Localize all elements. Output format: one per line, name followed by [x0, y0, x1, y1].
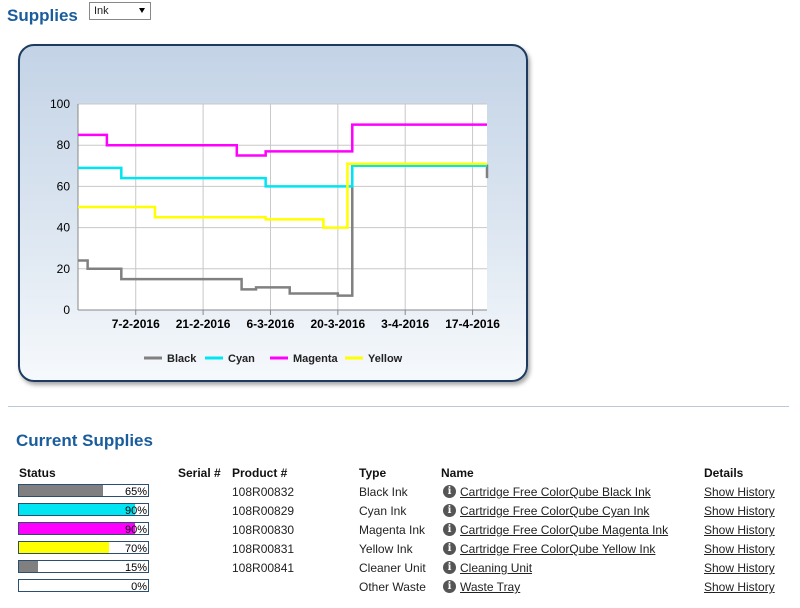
supply-name-link[interactable]: Waste Tray	[460, 580, 520, 594]
status-percent: 90%	[124, 524, 147, 536]
status-percent: 70%	[124, 543, 147, 555]
supply-name-link[interactable]: Cleaning Unit	[460, 561, 532, 575]
status-bar: 0%	[18, 579, 149, 593]
supply-name-link[interactable]: Cartridge Free ColorQube Yellow Ink	[460, 542, 655, 556]
info-icon[interactable]: i	[443, 504, 456, 517]
x-tick-label: 7-2-2016	[112, 317, 160, 331]
x-tick-label: 17-4-2016	[445, 317, 500, 331]
legend-label: Yellow	[368, 353, 403, 365]
status-percent: 0%	[131, 581, 147, 593]
y-tick-label: 60	[57, 179, 71, 193]
product-number: 108R00830	[232, 523, 295, 537]
y-tick-label: 100	[50, 97, 70, 111]
supply-name-link[interactable]: Cartridge Free ColorQube Magenta Ink	[460, 523, 668, 537]
status-bar: 70%	[18, 541, 149, 555]
show-history-link[interactable]: Show History	[704, 485, 775, 499]
supply-type: Black Ink	[359, 485, 408, 499]
table-row: 15% 108R00841 Cleaner Unit i Cleaning Unit Sh…	[0, 558, 800, 577]
supply-type: Magenta Ink	[359, 523, 426, 537]
x-tick-label: 3-4-2016	[381, 317, 429, 331]
status-bar: 90%	[18, 522, 149, 536]
supplies-chart-panel: 0 20 40 60 80 100 7-2-2016 21-2-2016 6-3-2016 20-…	[18, 44, 528, 382]
page-title: Supplies	[7, 6, 78, 25]
supply-name-link[interactable]: Cartridge Free ColorQube Black Ink	[460, 485, 651, 499]
header-status: Status	[19, 466, 56, 480]
supply-name-link[interactable]: Cartridge Free ColorQube Cyan Ink	[460, 504, 649, 518]
product-number: 108R00832	[232, 485, 295, 499]
current-supplies-title: Current Supplies	[16, 431, 153, 450]
x-tick-label: 20-3-2016	[310, 317, 365, 331]
status-bar-fill	[19, 561, 39, 572]
y-tick-label: 0	[63, 303, 70, 317]
header-type: Type	[359, 466, 387, 480]
show-history-link[interactable]: Show History	[704, 504, 775, 518]
supply-type: Cyan Ink	[359, 504, 407, 518]
status-bar: 90%	[18, 503, 149, 517]
info-icon[interactable]: i	[443, 485, 456, 498]
table-row: 0% Other Waste i Waste Tray Show History	[0, 577, 800, 596]
y-tick-label: 40	[57, 221, 71, 235]
supply-type-selected: Ink	[94, 5, 109, 17]
info-icon[interactable]: i	[443, 523, 456, 536]
product-number: 108R00831	[232, 542, 295, 556]
supplies-history-chart: 0 20 40 60 80 100 7-2-2016 21-2-2016 6-3-2016 20-…	[50, 97, 500, 365]
supply-type: Other Waste	[359, 580, 426, 594]
y-tick-label: 20	[57, 262, 71, 276]
status-percent: 15%	[124, 562, 147, 574]
header-name: Name	[441, 466, 474, 480]
status-percent: 90%	[124, 505, 147, 517]
info-icon[interactable]: i	[443, 542, 456, 555]
x-tick-label: 21-2-2016	[176, 317, 231, 331]
legend-label: Cyan	[228, 353, 255, 365]
chevron-down-icon	[139, 8, 145, 13]
section-divider	[8, 406, 789, 407]
status-bar: 65%	[18, 484, 149, 498]
legend-label: Black	[167, 353, 197, 365]
legend-label: Magenta	[293, 353, 339, 365]
table-row: 70% 108R00831 Yellow Ink i Cartridge Free Co…	[0, 539, 800, 558]
supply-type-select[interactable]: Ink	[89, 2, 151, 20]
product-number: 108R00841	[232, 561, 295, 575]
table-row: 90% 108R00829 Cyan Ink i Cartridge Free Colo…	[0, 501, 800, 520]
info-icon[interactable]: i	[443, 580, 456, 593]
header-product: Product #	[232, 466, 288, 480]
table-row: 90% 108R00830 Magenta Ink i Cartridge Free C…	[0, 520, 800, 539]
x-tick-label: 6-3-2016	[246, 317, 294, 331]
header-details: Details	[704, 466, 744, 480]
show-history-link[interactable]: Show History	[704, 542, 775, 556]
show-history-link[interactable]: Show History	[704, 561, 775, 575]
show-history-link[interactable]: Show History	[704, 523, 775, 537]
status-bar-fill	[19, 523, 136, 534]
info-icon[interactable]: i	[443, 561, 456, 574]
status-bar-fill	[19, 485, 103, 496]
status-bar: 15%	[18, 560, 149, 574]
y-tick-label: 80	[57, 138, 71, 152]
status-percent: 65%	[124, 486, 147, 498]
header-serial: Serial #	[178, 466, 221, 480]
status-bar-fill	[19, 504, 136, 515]
status-bar-fill	[19, 542, 110, 553]
supply-type: Yellow Ink	[359, 542, 413, 556]
product-number: 108R00829	[232, 504, 295, 518]
table-row: 65% 108R00832 Black Ink i Cartridge Free Col…	[0, 482, 800, 501]
show-history-link[interactable]: Show History	[704, 580, 775, 594]
supply-type: Cleaner Unit	[359, 561, 426, 575]
